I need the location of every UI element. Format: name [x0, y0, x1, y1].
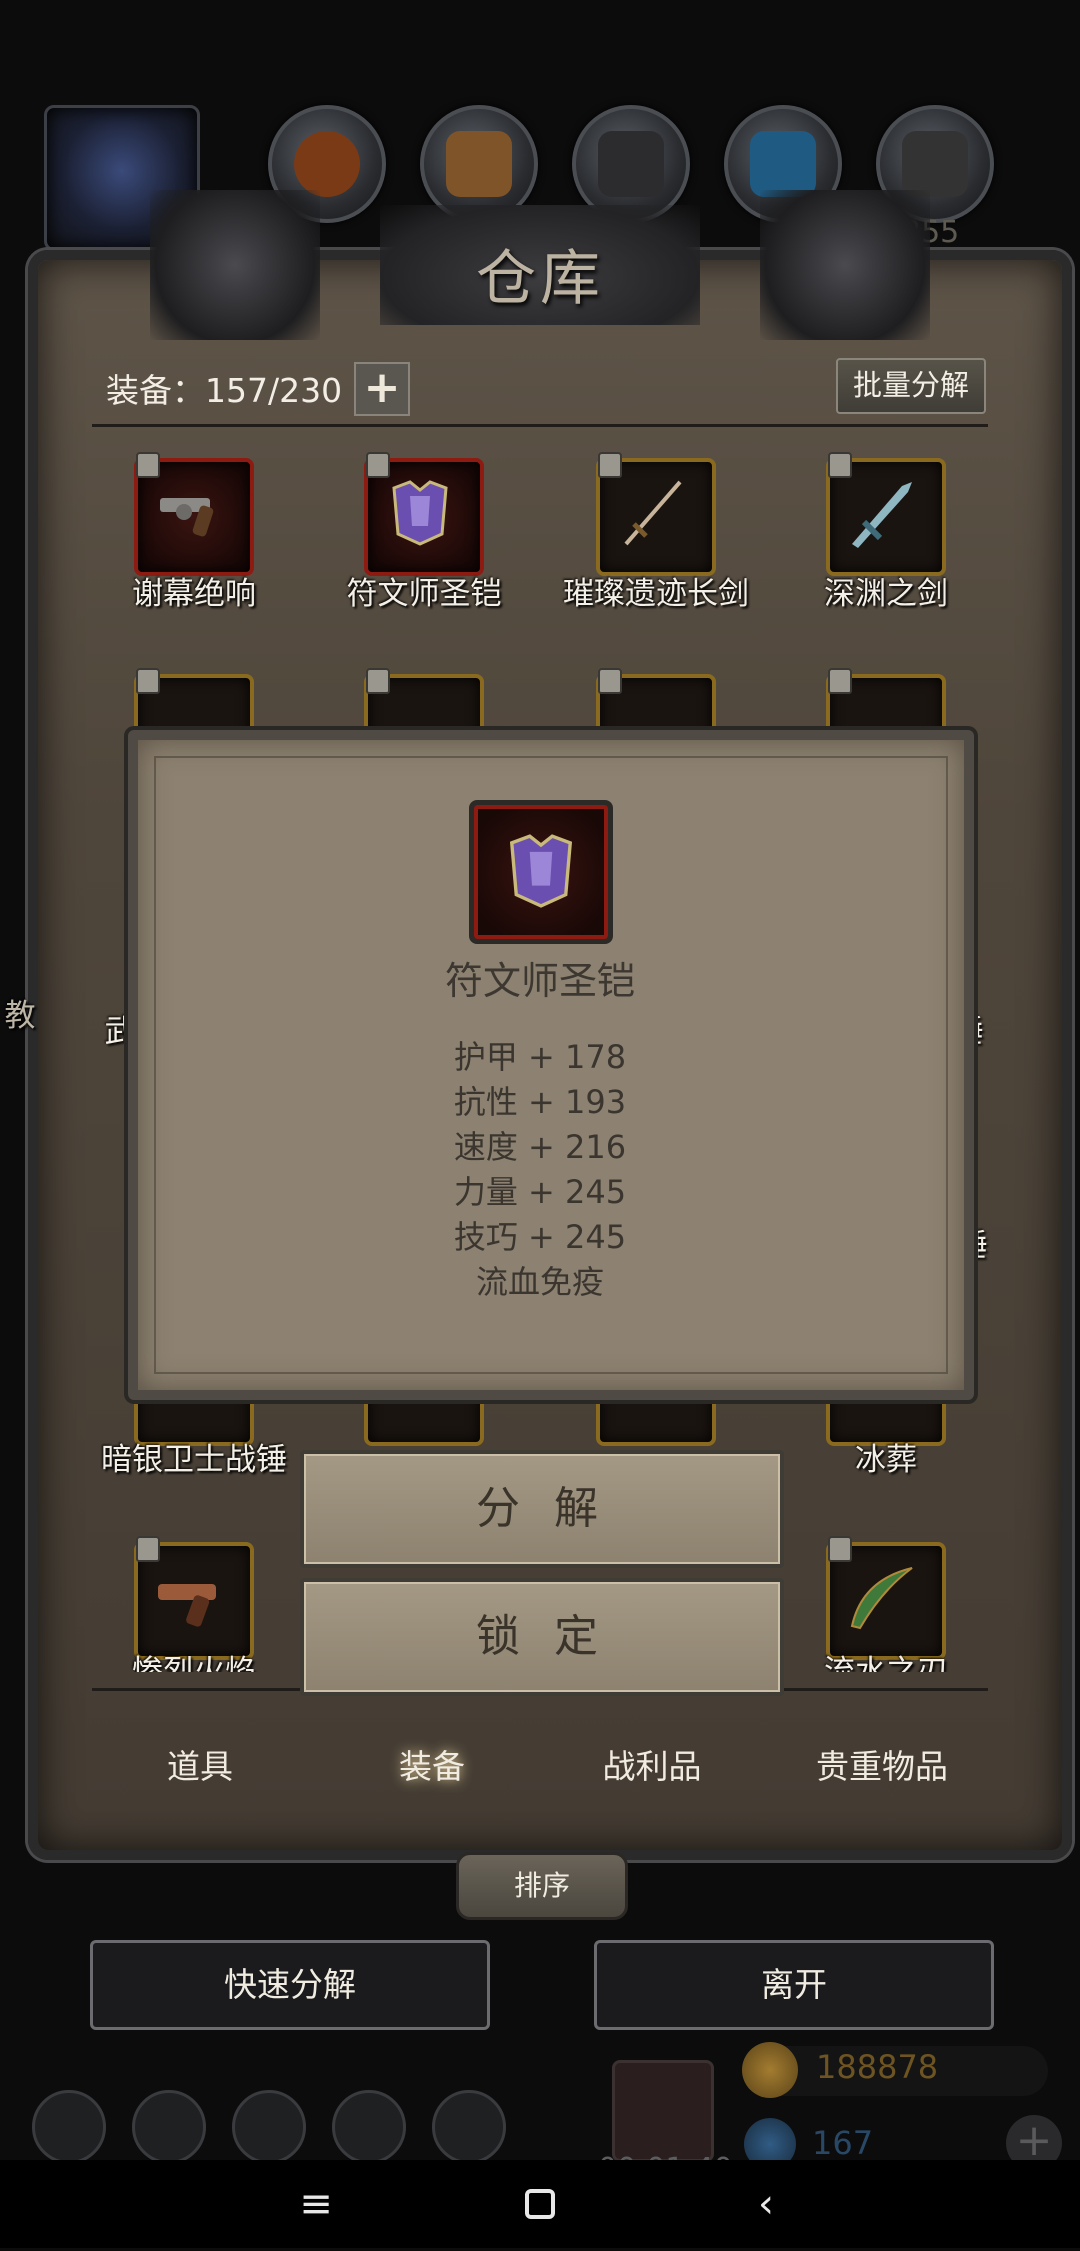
gem-amount: 167: [812, 2124, 874, 2162]
tab-loot[interactable]: 战利品: [542, 1740, 762, 1788]
stat-armor: 护甲 + 178: [453, 1038, 627, 1076]
popup-item-name: 符文师圣铠: [444, 959, 635, 1003]
lock-icon: [366, 668, 390, 694]
curved-blade-icon: [850, 1567, 913, 1630]
tab-valuables[interactable]: 贵重物品: [772, 1740, 992, 1788]
item-name: 冰葬: [855, 1442, 917, 1478]
expand-capacity-button[interactable]: +: [354, 362, 410, 416]
lock-icon: [136, 1536, 160, 1562]
tab-equipment[interactable]: 装备: [322, 1740, 542, 1788]
item-slot[interactable]: [826, 1536, 946, 1660]
item-slot[interactable]: [134, 452, 254, 576]
item-name: 符文师圣铠: [346, 576, 502, 612]
item-slot[interactable]: [596, 452, 716, 576]
home-icon[interactable]: [510, 2174, 570, 2234]
lock-icon: [136, 668, 160, 694]
abyss-sword-icon: [852, 482, 912, 548]
flame-gun-icon: [158, 1584, 216, 1627]
leave-button[interactable]: 离开: [594, 1940, 994, 2030]
system-nav-bar: ≡ ‹: [0, 2160, 1080, 2248]
lock-icon: [136, 452, 160, 478]
sort-button[interactable]: 排序: [456, 1852, 628, 1920]
equipment-capacity: 装备：157/230: [106, 371, 343, 410]
panel-title: 仓库: [476, 244, 604, 314]
decompose-button[interactable]: 分 解: [300, 1450, 784, 1568]
shop-icon[interactable]: [232, 2090, 306, 2164]
gold-coin-icon: [742, 2042, 798, 2098]
gift-icon[interactable]: [612, 2060, 714, 2162]
item-slot[interactable]: [826, 452, 946, 576]
tab-items[interactable]: 道具: [90, 1740, 310, 1788]
item-name: 惨烈火焰: [132, 1654, 256, 1672]
bulk-decompose-button[interactable]: 批量分解: [836, 358, 986, 414]
stat-skill: 技巧 + 245: [453, 1218, 627, 1256]
bottom-hud: 00:01:40 188878 167 +: [0, 2040, 1080, 2187]
lock-button[interactable]: 锁 定: [300, 1578, 784, 1696]
revolver-icon: [160, 498, 214, 537]
item-name: 璀璨遗迹长剑: [563, 576, 749, 612]
lock-icon: [598, 668, 622, 694]
item-slot[interactable]: [134, 1536, 254, 1660]
longsword-icon: [624, 480, 682, 546]
lock-icon: [598, 452, 622, 478]
popup-item-icon: [469, 800, 613, 944]
item-name: 暗银卫士战锤: [101, 1442, 287, 1478]
gold-amount: 188878: [816, 2048, 939, 2086]
exchange-icon[interactable]: [432, 2090, 506, 2164]
header-divider: [92, 424, 988, 427]
item-name: 谢幕绝响: [132, 576, 256, 612]
home-square-icon: [525, 2189, 555, 2219]
lock-icon: [828, 1536, 852, 1562]
item-name: 深渊之剑: [824, 576, 948, 612]
stat-speed: 速度 + 216: [453, 1128, 627, 1166]
stat-strength: 力量 + 245: [453, 1173, 627, 1211]
achievement-icon[interactable]: [132, 2090, 206, 2164]
stat-resistance: 抗性 + 193: [453, 1083, 627, 1121]
lock-icon: [366, 452, 390, 478]
item-slot[interactable]: [364, 452, 484, 576]
menu-icon[interactable]: ≡: [286, 2174, 346, 2234]
armor-icon: [509, 834, 573, 908]
item-name: 流水之刃: [824, 1654, 948, 1672]
mail-icon[interactable]: [332, 2090, 406, 2164]
armor-icon: [392, 480, 448, 546]
lock-icon: [828, 452, 852, 478]
settings-icon[interactable]: [32, 2090, 106, 2164]
back-icon[interactable]: ‹: [736, 2174, 796, 2234]
quick-decompose-button[interactable]: 快速分解: [90, 1940, 490, 2030]
lock-icon: [828, 668, 852, 694]
stat-bleed-immunity: 流血免疫: [475, 1263, 604, 1301]
